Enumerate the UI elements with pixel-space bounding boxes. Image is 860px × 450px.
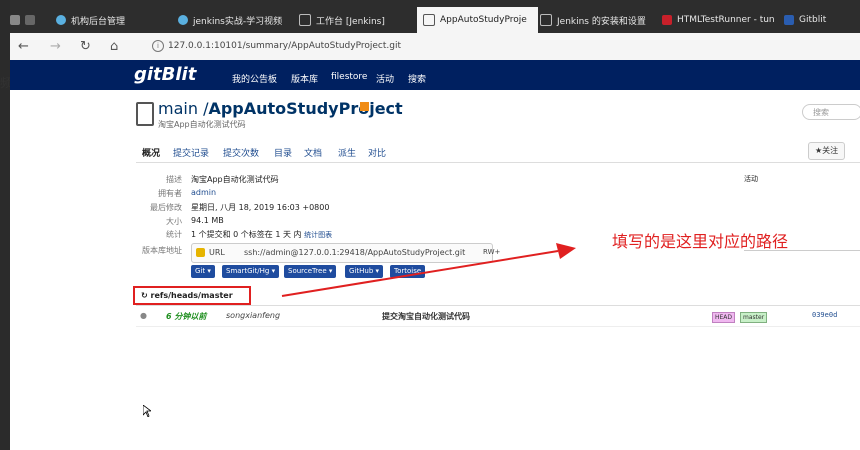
arrow-head — [556, 243, 576, 259]
arrow-line — [281, 250, 559, 297]
annotation-arrow — [281, 243, 576, 297]
mouse-cursor-icon — [143, 405, 151, 417]
